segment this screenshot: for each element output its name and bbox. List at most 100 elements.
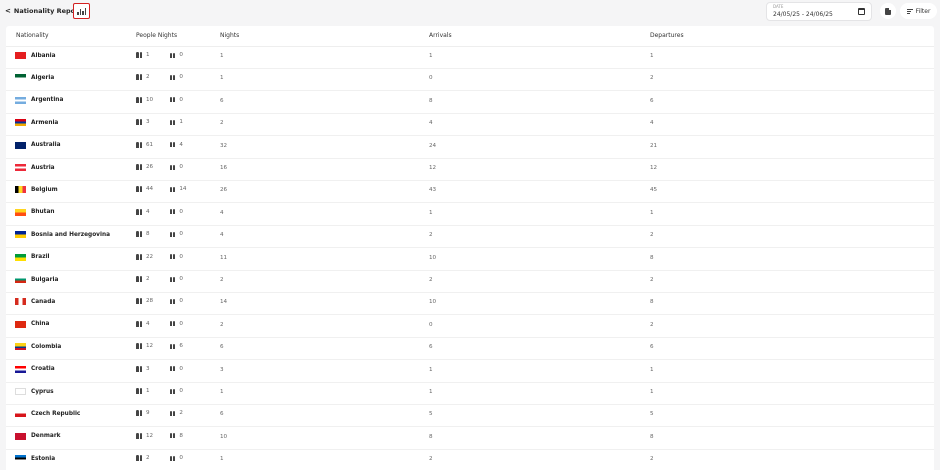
people-nights-cell: 44 14 xyxy=(136,186,196,193)
column-nights[interactable]: Nights xyxy=(220,32,239,39)
country-cell: Bulgaria xyxy=(15,276,58,283)
children-icon xyxy=(170,164,176,170)
flag-icon xyxy=(15,164,26,171)
country-cell: Denmark xyxy=(15,432,61,440)
adults-count: 61 xyxy=(146,141,154,148)
table-row[interactable]: Belgium 44 14 26 43 45 xyxy=(6,180,934,204)
children-icon xyxy=(170,231,176,237)
table-row[interactable]: Argentina 10 0 6 8 6 xyxy=(6,91,934,114)
country-name: Algeria xyxy=(31,74,55,81)
table-row[interactable]: Bulgaria 2 0 2 2 2 xyxy=(6,270,934,293)
people-nights-cell: 10 0 xyxy=(136,96,196,103)
bar-chart-icon-bar xyxy=(84,8,86,15)
table-row[interactable]: Estonia 2 0 1 2 2 xyxy=(6,449,934,470)
arrivals-cell: 8 xyxy=(429,97,433,104)
country-cell: Croatia xyxy=(15,365,55,373)
nights-cell: 6 xyxy=(220,344,224,351)
arrivals-cell: 10 xyxy=(429,299,437,306)
nights-cell: 1 xyxy=(220,456,224,463)
table-row[interactable]: Croatia 3 0 3 1 1 xyxy=(6,360,934,383)
children-count: 0 xyxy=(179,388,183,394)
country-cell: Canada xyxy=(15,298,56,306)
table-row[interactable]: Canada 28 0 14 10 8 xyxy=(6,292,934,316)
arrivals-cell: 12 xyxy=(429,165,437,171)
date-range-picker[interactable]: DATE 24/05/25 - 24/06/25 xyxy=(766,2,872,21)
people-nights-cell: 10 xyxy=(136,52,196,58)
table-row[interactable]: China 4 0 2 0 2 xyxy=(6,315,934,338)
country-name: Armenia xyxy=(31,119,59,126)
children-icon xyxy=(170,142,176,148)
column-departures[interactable]: Departures xyxy=(650,32,684,39)
table-row[interactable]: Armenia 3 1 2 4 4 xyxy=(6,113,934,137)
filter-button[interactable]: Filter xyxy=(900,3,937,19)
adults-icon xyxy=(136,276,142,282)
departures-cell: 2 xyxy=(650,321,654,328)
country-cell: China xyxy=(15,320,49,328)
back-link[interactable]: < Nationality Report xyxy=(5,7,81,15)
table-row[interactable]: Bhutan 4 0 4 1 1 xyxy=(6,203,934,226)
country-cell: Albania xyxy=(15,52,56,59)
table-row[interactable]: Cyprus 1 0 1 1 1 xyxy=(6,382,934,405)
table-row[interactable]: Albania 1 0 1 1 1 xyxy=(6,46,934,69)
departures-cell: 21 xyxy=(650,142,658,149)
column-nationality[interactable]: Nationality xyxy=(16,32,49,39)
adults-count: 12 xyxy=(146,343,154,350)
children-icon xyxy=(170,276,176,282)
children-icon xyxy=(170,410,176,416)
adults-icon xyxy=(136,74,142,81)
filter-label: Filter xyxy=(915,7,931,15)
people-nights-cell: 61 4 xyxy=(136,141,196,148)
adults-count: 2 xyxy=(146,276,150,282)
nights-cell: 11 xyxy=(220,254,228,261)
people-nights-cell: 12 6 xyxy=(136,343,196,350)
people-nights-cell: 22 0 xyxy=(136,253,196,260)
children-count: 0 xyxy=(179,320,183,327)
table-row[interactable]: Czech Republic 9 2 6 5 5 xyxy=(6,404,934,428)
adults-count: 1 xyxy=(146,52,150,58)
flag-icon xyxy=(15,74,26,82)
children-icon xyxy=(170,254,176,260)
arrivals-cell: 1 xyxy=(429,53,433,59)
children-icon xyxy=(170,52,176,58)
column-people-nights[interactable]: People Nights xyxy=(136,32,177,39)
table-header: Nationality People Nights Nights Arrival… xyxy=(6,26,934,47)
nights-cell: 3 xyxy=(220,366,224,373)
nights-cell: 1 xyxy=(220,75,224,82)
departures-cell: 6 xyxy=(650,97,654,104)
table-row[interactable]: Colombia 12 6 6 6 6 xyxy=(6,337,934,361)
table-row[interactable]: Brazil 22 0 11 10 8 xyxy=(6,248,934,271)
calendar-icon[interactable] xyxy=(858,8,865,15)
table-row[interactable]: Australia 61 4 32 24 21 xyxy=(6,136,934,159)
children-icon xyxy=(170,366,176,372)
nights-cell: 10 xyxy=(220,433,228,440)
arrivals-cell: 6 xyxy=(429,344,433,351)
chart-view-button[interactable] xyxy=(73,3,90,19)
flag-icon xyxy=(15,343,26,351)
column-arrivals[interactable]: Arrivals xyxy=(429,32,452,39)
departures-cell: 4 xyxy=(650,120,654,127)
people-nights-cell: 31 xyxy=(136,119,196,126)
export-button[interactable] xyxy=(880,3,896,19)
arrivals-cell: 2 xyxy=(429,277,433,283)
nights-cell: 2 xyxy=(220,120,224,127)
adults-icon xyxy=(136,186,142,193)
departures-cell: 5 xyxy=(650,411,654,418)
departures-cell: 8 xyxy=(650,254,654,261)
country-name: Canada xyxy=(31,298,56,305)
flag-icon xyxy=(15,320,26,328)
table-row[interactable]: Denmark 12 8 10 8 8 xyxy=(6,427,934,450)
children-count: 0 xyxy=(179,96,183,103)
departures-cell: 12 xyxy=(650,165,658,171)
children-icon xyxy=(170,186,176,192)
country-name: Cyprus xyxy=(31,388,54,395)
adults-icon xyxy=(136,343,142,350)
table-row[interactable]: Austria 26 0 16 12 12 xyxy=(6,158,934,181)
children-count: 0 xyxy=(179,253,183,260)
children-icon xyxy=(170,455,176,461)
adults-count: 10 xyxy=(146,96,154,103)
table-row[interactable]: Algeria 2 0 1 0 2 xyxy=(6,68,934,92)
people-nights-cell: 10 xyxy=(136,388,196,394)
table-row[interactable]: Bosnia and Herzegovina 8 0 4 2 2 xyxy=(6,225,934,249)
arrivals-cell: 1 xyxy=(429,366,433,373)
arrivals-cell: 24 xyxy=(429,142,437,149)
